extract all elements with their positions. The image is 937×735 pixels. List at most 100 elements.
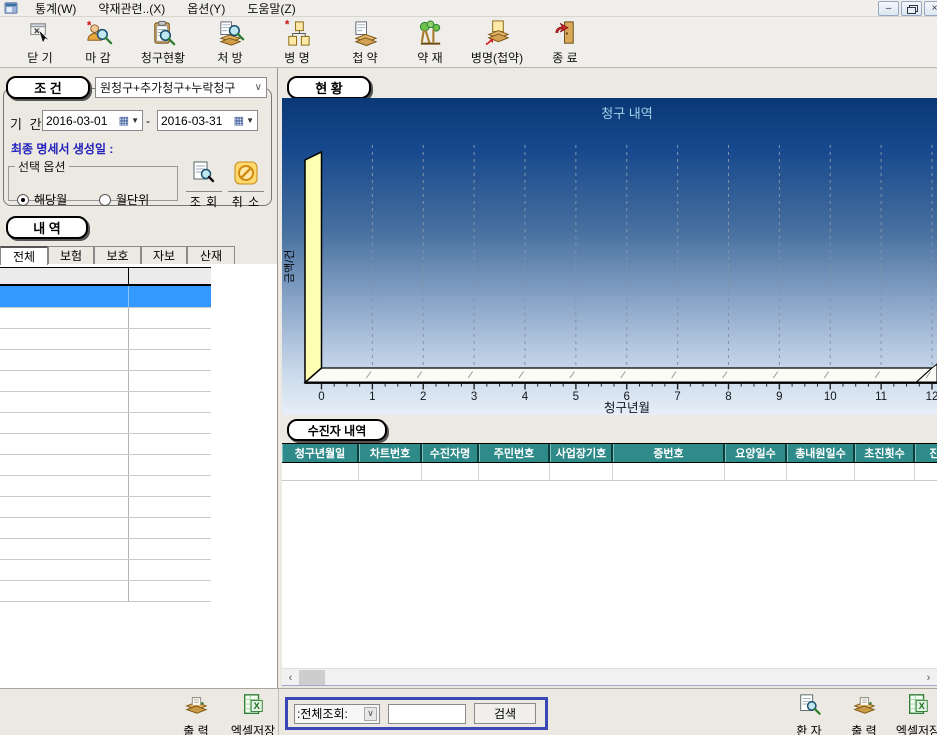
scroll-left-icon[interactable]: ‹ (282, 669, 299, 686)
restore-button[interactable] (901, 1, 922, 16)
x-tick-label: 5 (573, 391, 579, 403)
chevron-down-icon[interactable]: ▼ (131, 116, 139, 125)
toolbar-button-prescription-docs[interactable]: 처 방 (195, 19, 265, 66)
date-to-field[interactable]: 2016-03-31 ▦ ▼ (157, 110, 258, 131)
menu-item-1[interactable]: 약재관련..(X) (87, 0, 176, 17)
scrollbar-thumb[interactable] (299, 670, 325, 685)
patient-cell (422, 463, 479, 480)
radio-month-unit[interactable]: 월단위 (99, 191, 149, 208)
action-printer[interactable]: 출 력 (165, 693, 227, 735)
tab-산재[interactable]: 산재 (187, 246, 235, 264)
toolbar-button-exit-door[interactable]: 종 료 (530, 19, 600, 66)
query-button[interactable]: 조 회 (186, 160, 222, 210)
patient-doc-magnifier-icon (796, 693, 822, 717)
search-input[interactable] (388, 704, 466, 724)
patient-cell (479, 463, 550, 480)
calendar-icon[interactable]: ▦ (119, 114, 129, 127)
menu-item-2[interactable]: 옵션(Y) (176, 0, 236, 17)
calendar-icon[interactable]: ▦ (234, 114, 244, 127)
patient-col-5[interactable]: 증번호 (613, 444, 725, 462)
detail-table-row[interactable] (0, 434, 211, 455)
status-title-button[interactable]: 현 황 (287, 76, 371, 99)
excel-icon: X (905, 693, 931, 717)
patient-col-0[interactable]: 청구년월일 (282, 444, 359, 462)
patient-col-9[interactable]: 진횟수 (915, 444, 937, 462)
detail-table-row[interactable] (0, 286, 211, 308)
svg-text:X: X (919, 701, 926, 711)
chevron-down-icon: ∨ (255, 82, 262, 93)
app-window: 통계(W)약재관련..(X)옵션(Y)도움말(Z) –× 닫 기*마 감청구현황… (0, 0, 937, 735)
detail-table-row[interactable] (0, 539, 211, 560)
toolbar-button-herb-material[interactable]: 약 재 (395, 19, 465, 66)
patient-col-1[interactable]: 차트번호 (359, 444, 422, 462)
x-tick-label: 11 (875, 391, 887, 403)
chevron-down-icon[interactable]: ▼ (246, 116, 254, 125)
herbal-pack-icon (350, 19, 381, 48)
printer-icon (851, 693, 877, 717)
patient-title-button[interactable]: 수진자 내역 (287, 419, 387, 441)
horizontal-scrollbar[interactable]: ‹ › (282, 668, 937, 685)
condition-title-button[interactable]: 조 건 (6, 76, 90, 99)
y-axis-label: 금액/건 (283, 250, 296, 283)
detail-table-row[interactable] (0, 413, 211, 434)
close-button[interactable]: × (924, 1, 937, 16)
patient-cell (787, 463, 855, 480)
detail-table-row[interactable] (0, 371, 211, 392)
tab-자보[interactable]: 자보 (141, 246, 187, 264)
detail-table-row[interactable] (0, 392, 211, 413)
toolbar-button-herbal-pack[interactable]: 첩 약 (330, 19, 400, 66)
toolbar-button-disease-herbal[interactable]: 병명(첩약) (462, 19, 532, 66)
radio-current-month[interactable]: 해당월 (17, 191, 67, 208)
toolbar-label: 처 방 (217, 49, 242, 66)
detail-table-row[interactable] (0, 455, 211, 476)
detail-table-row[interactable] (0, 350, 211, 371)
scroll-right-icon[interactable]: › (920, 669, 937, 686)
close-window-icon (25, 19, 56, 48)
patient-col-7[interactable]: 총내원일수 (787, 444, 855, 462)
x-tick-label: 0 (318, 391, 324, 403)
action-excel[interactable]: X엑셀저장 (887, 693, 937, 735)
tab-보험[interactable]: 보험 (48, 246, 94, 264)
menu-item-3[interactable]: 도움말(Z) (236, 0, 306, 17)
tab-전체[interactable]: 전체 (0, 246, 48, 265)
patient-col-2[interactable]: 수진자명 (422, 444, 479, 462)
action-patient-doc-magnifier[interactable]: 환 자 (778, 693, 840, 735)
last-statement-label: 최종 명세서 생성일 : (11, 140, 113, 157)
x-tick-label: 10 (824, 391, 837, 403)
radio-icon[interactable] (17, 194, 29, 206)
option-groupbox: 선택 옵션 해당월 월단위 (8, 158, 178, 201)
detail-table-header (0, 267, 211, 286)
cancel-button[interactable]: 취 소 (228, 160, 264, 210)
detail-table-row[interactable] (0, 497, 211, 518)
detail-table-row[interactable] (0, 308, 211, 329)
toolbar-button-disease-doc-tree[interactable]: *병 명 (262, 19, 332, 66)
action-excel[interactable]: X엑셀저장 (222, 693, 284, 735)
patient-col-4[interactable]: 사업장기호 (550, 444, 613, 462)
patient-col-6[interactable]: 요양일수 (725, 444, 787, 462)
toolbar-button-closing-magnifier[interactable]: *마 감 (63, 19, 133, 66)
patient-col-8[interactable]: 초진횟수 (855, 444, 915, 462)
closing-magnifier-icon: * (83, 19, 114, 48)
claim-type-dropdown[interactable]: 원청구+추가청구+누락청구 ∨ (95, 77, 267, 98)
patient-col-3[interactable]: 주민번호 (479, 444, 550, 462)
radio-icon[interactable] (99, 194, 111, 206)
minimize-button[interactable]: – (878, 1, 899, 16)
detail-table-row[interactable] (0, 581, 211, 602)
filter-dropdown[interactable]: :전체조회: ∨ (294, 704, 380, 724)
tab-보호[interactable]: 보호 (94, 246, 141, 264)
detail-table-row[interactable] (0, 476, 211, 497)
toolbar-button-clipboard-magnifier[interactable]: 청구현황 (128, 19, 198, 66)
detail-table-row[interactable] (0, 518, 211, 539)
menu-item-0[interactable]: 통계(W) (24, 0, 87, 17)
detail-table-row[interactable] (0, 560, 211, 581)
prescription-docs-icon (215, 19, 246, 48)
search-button[interactable]: 검색 (474, 703, 536, 724)
toolbar-label: 병 명 (284, 49, 309, 66)
date-from-field[interactable]: 2016-03-01 ▦ ▼ (42, 110, 143, 131)
detail-table (0, 267, 211, 602)
patient-table: 청구년월일차트번호수진자명주민번호사업장기호증번호요양일수총내원일수초진횟수진횟… (282, 443, 937, 686)
detail-table-row[interactable] (0, 329, 211, 350)
detail-tabs: 전체보험보호자보산재 (0, 246, 277, 264)
detail-title-button[interactable]: 내 역 (6, 216, 88, 239)
action-printer[interactable]: 출 력 (833, 693, 895, 735)
